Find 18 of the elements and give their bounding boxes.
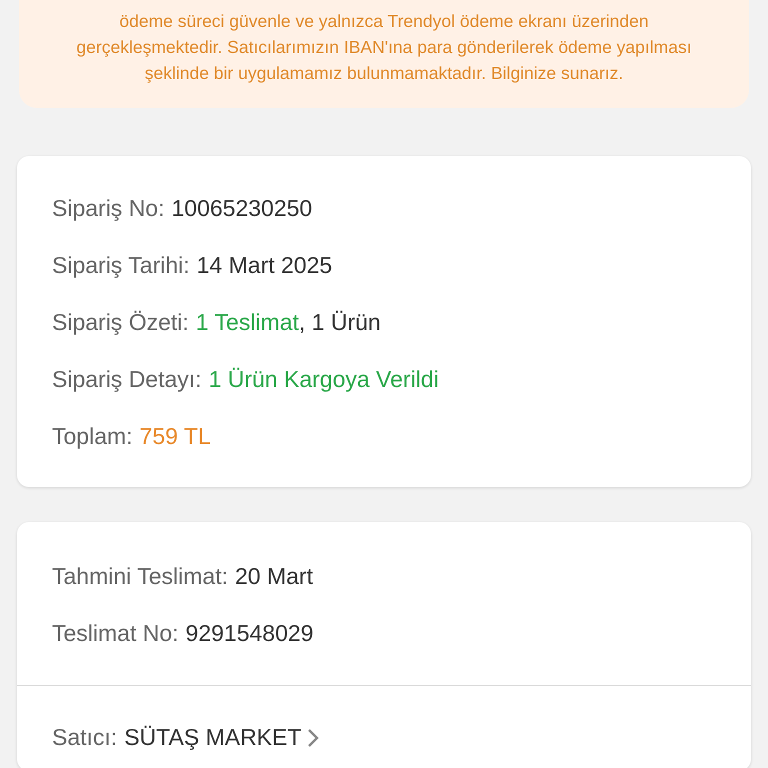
field-value: 9291548029	[186, 619, 314, 648]
field-value: 10065230250	[171, 194, 312, 223]
seller-link[interactable]: SÜTAŞ MARKET	[124, 724, 320, 751]
field-value: 14 Mart 2025	[196, 251, 332, 280]
field-label: Sipariş Detayı:	[52, 365, 202, 394]
field-label: Sipariş Tarihi:	[52, 251, 190, 280]
field-label: Sipariş Özeti:	[52, 308, 189, 337]
field-label: Sipariş No:	[52, 194, 164, 223]
field-label: Toplam:	[52, 422, 133, 451]
field-label: Teslimat No:	[52, 619, 179, 648]
field-value: 1 Teslimat, 1 Ürün	[196, 308, 381, 337]
chevron-right-icon	[307, 728, 320, 748]
field-value: 20 Mart	[234, 562, 313, 591]
field-value: 759 TL	[140, 422, 211, 451]
field-label: Tahmini Teslimat:	[52, 562, 228, 591]
field-value: 1 Ürün Kargoya Verildi	[208, 365, 439, 394]
notice-text: ödeme süreci güvenle ve yalnızca Trendyol ödeme ekranı üzerinden gerçekleşmektedir. Satıcılarımızın IBAN'ına para gönderilerek ödeme yapılması şeklinde bir uygulamamız bulunmamaktadır. Bilginize sunarız.	[75, 10, 693, 85]
field-label: Satıcı:	[52, 724, 118, 751]
